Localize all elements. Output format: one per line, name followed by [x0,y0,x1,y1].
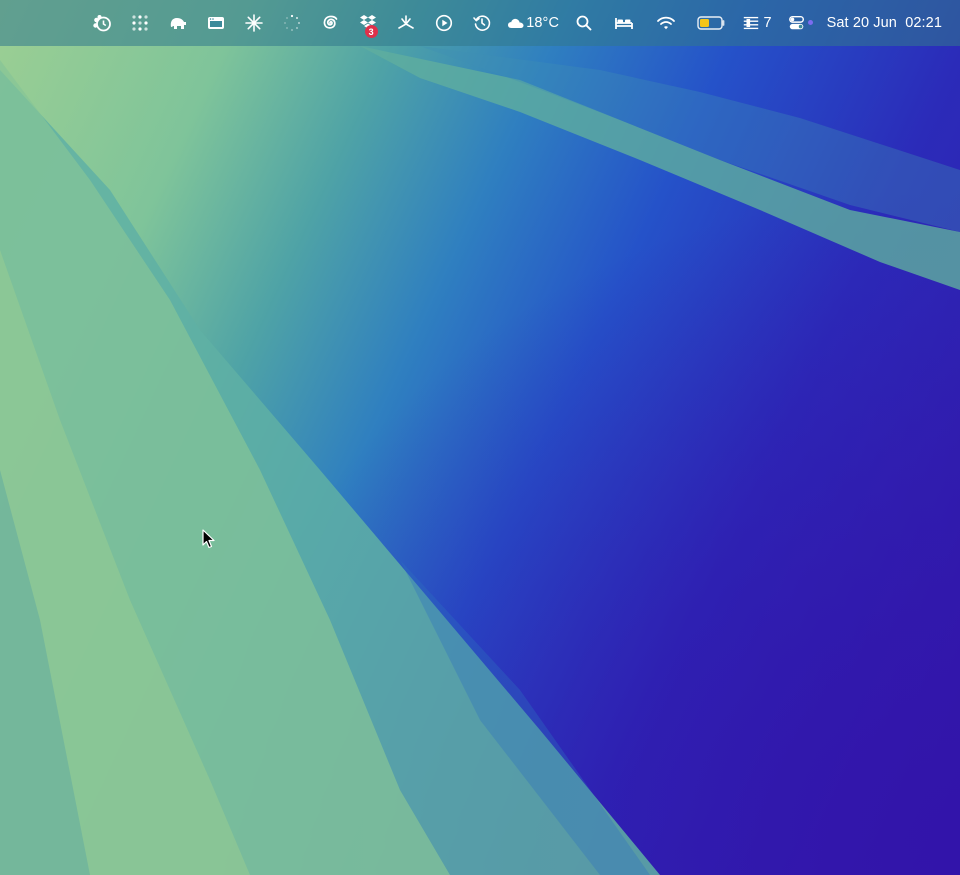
sparkle-icon[interactable] [235,0,273,46]
search-icon[interactable] [565,0,603,46]
fan-icon[interactable] [387,0,425,46]
wifi-icon[interactable] [645,0,687,46]
window-icon[interactable] [197,0,235,46]
screen-time-icon[interactable] [83,0,121,46]
time-machine-icon[interactable] [463,0,501,46]
privacy-indicator [807,20,813,25]
weather-cloud-icon [508,18,524,28]
grid-dots-icon[interactable] [121,0,159,46]
clock[interactable]: Sat 20 Jun 02:21 [817,0,942,46]
weather-temperature: 18°C [526,15,560,31]
elephant-icon[interactable] [159,0,197,46]
weather-menu[interactable]: 18°C [501,0,565,46]
datetime-text: Sat 20 Jun 02:21 [826,15,942,31]
mouse-cursor-icon [202,529,215,549]
battery-icon[interactable] [687,0,737,46]
battery-level-fill [699,19,709,27]
desktop-wallpaper [0,0,960,875]
play-icon[interactable] [425,0,463,46]
menu-list-icon [743,16,758,30]
spiral-icon[interactable] [311,0,349,46]
loading-spinner-icon[interactable] [273,0,311,46]
bed-icon[interactable] [603,0,645,46]
menu-bar: 3 18°C 7 Sat 20 Jun 02:21 [0,0,960,46]
wallpaper-waves [0,46,960,875]
dropbox-icon[interactable]: 3 [349,0,387,46]
menu-list-button[interactable]: 7 [737,0,777,46]
control-center-icon[interactable] [777,0,817,46]
menu-count: 7 [763,15,772,31]
dropbox-badge: 3 [364,25,378,38]
